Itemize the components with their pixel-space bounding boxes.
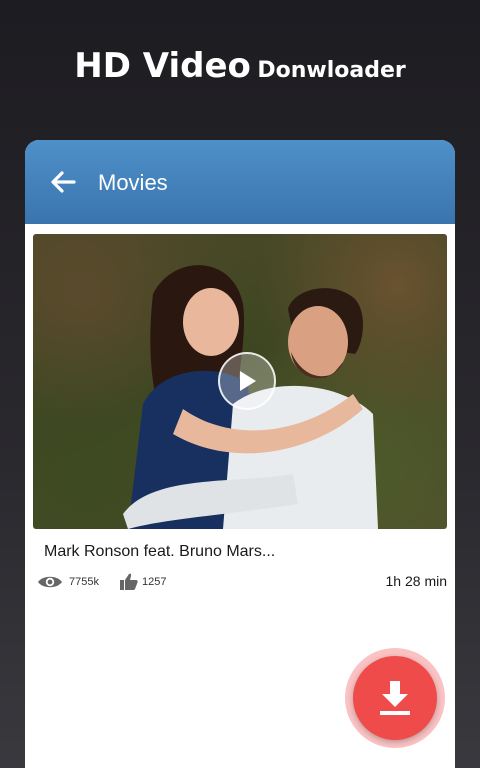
video-title[interactable]: Mark Ronson feat. Bruno Mars... <box>44 543 275 561</box>
like-count: 1257 <box>142 576 167 588</box>
play-button[interactable] <box>218 352 276 410</box>
page-title: Movies <box>98 170 168 195</box>
promo-title-small: Donwloader <box>257 58 406 83</box>
video-meta: 7755k 1257 1h 28 min <box>37 571 447 595</box>
app-bar: Movies <box>25 140 455 224</box>
video-thumbnail[interactable] <box>33 234 447 529</box>
back-button[interactable] <box>49 168 77 196</box>
play-icon <box>240 371 256 391</box>
video-duration: 1h 28 min <box>385 573 447 589</box>
promo-title-large: HD Video <box>74 46 251 86</box>
download-button[interactable] <box>353 656 437 740</box>
eye-icon <box>38 576 62 588</box>
view-count: 7755k <box>69 576 99 588</box>
arrow-left-icon <box>51 171 76 193</box>
thumbs-up-icon[interactable] <box>119 572 139 592</box>
download-icon <box>380 681 410 715</box>
promo-headline: HD Video Donwloader <box>0 46 480 86</box>
